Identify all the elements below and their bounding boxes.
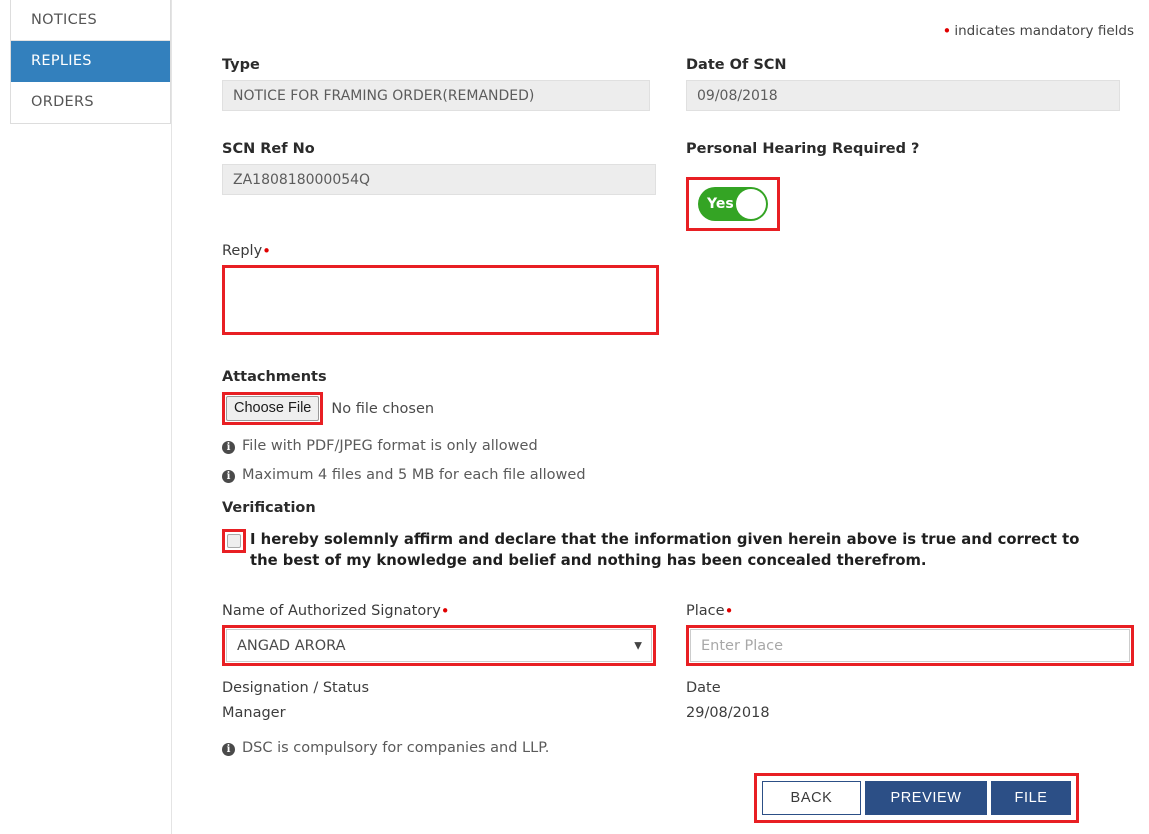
- designation-label: Designation / Status: [222, 680, 370, 696]
- attachments-group: Attachments Choose File No file chosen i…: [222, 369, 586, 483]
- choose-file-highlight: Choose File: [222, 392, 324, 425]
- sidebar-item-label: NOTICES: [31, 12, 97, 28]
- preview-button[interactable]: PREVIEW: [865, 781, 987, 815]
- signatory-select-highlight: ANGAD ARORA ▼: [222, 625, 656, 666]
- action-buttons-highlight: BACK PREVIEW FILE: [754, 773, 1079, 823]
- date-of-scn-input: 09/08/2018: [686, 80, 1120, 111]
- date-of-scn-field-group: Date Of SCN 09/08/2018: [686, 57, 1120, 111]
- scn-ref-no-field-group: SCN Ref No ZA180818000054Q: [222, 141, 656, 195]
- scn-ref-no-input: ZA180818000054Q: [222, 164, 656, 195]
- personal-hearing-toggle[interactable]: Yes: [698, 187, 768, 221]
- attachment-note-format: i File with PDF/JPEG format is only allo…: [222, 438, 586, 454]
- scn-ref-no-label: SCN Ref No: [222, 141, 315, 157]
- verification-row: I hereby solemnly affirm and declare tha…: [222, 529, 1082, 571]
- verification-group: Verification I hereby solemnly affirm an…: [222, 500, 1082, 571]
- signatory-label: Name of Authorized Signatory•: [222, 603, 656, 619]
- attachment-note-limit: i Maximum 4 files and 5 MB for each file…: [222, 467, 586, 483]
- signatory-select[interactable]: ANGAD ARORA ▼: [226, 629, 652, 662]
- date-value: 29/08/2018: [686, 705, 770, 721]
- content-area: • indicates mandatory fields Type NOTICE …: [171, 0, 1149, 834]
- info-icon: i: [222, 743, 235, 756]
- signatory-label-text: Name of Authorized Signatory: [222, 603, 441, 619]
- verification-declaration-text: I hereby solemnly affirm and declare tha…: [250, 531, 1080, 569]
- choose-file-button[interactable]: Choose File: [226, 396, 320, 421]
- action-buttons: BACK PREVIEW FILE: [762, 781, 1071, 815]
- chevron-down-icon: ▼: [634, 640, 642, 651]
- signatory-group: Name of Authorized Signatory• ANGAD AROR…: [222, 603, 656, 756]
- reply-textarea-wrapper: [222, 265, 659, 335]
- personal-hearing-label: Personal Hearing Required ?: [686, 141, 920, 157]
- info-icon: i: [222, 441, 235, 454]
- reply-mandatory-dot-icon: •: [262, 242, 272, 260]
- info-icon: i: [222, 470, 235, 483]
- attachment-note-limit-text: Maximum 4 files and 5 MB for each file a…: [242, 467, 586, 483]
- verification-checkbox[interactable]: [227, 534, 241, 548]
- verification-checkbox-highlight: [222, 529, 246, 553]
- dsc-note: i DSC is compulsory for companies and LL…: [222, 740, 656, 756]
- signatory-mandatory-dot-icon: •: [440, 602, 450, 620]
- place-group: Place• Enter Place Date 29/08/2018: [686, 603, 1134, 721]
- date-label: Date: [686, 680, 721, 696]
- personal-hearing-toggle-highlight: Yes: [686, 177, 780, 231]
- toggle-knob-icon: [736, 189, 766, 219]
- reply-label: Reply•: [222, 243, 659, 259]
- place-mandatory-dot-icon: •: [724, 602, 734, 620]
- place-label-text: Place: [686, 603, 725, 619]
- mandatory-dot-icon: •: [942, 22, 952, 40]
- personal-hearing-field-group: Personal Hearing Required ? Yes: [686, 141, 919, 235]
- reply-label-text: Reply: [222, 243, 263, 259]
- file-status-text: No file chosen: [331, 400, 435, 417]
- sidebar-item-notices[interactable]: NOTICES: [11, 0, 170, 41]
- date-of-scn-label: Date Of SCN: [686, 57, 787, 73]
- sidebar-item-label: REPLIES: [31, 53, 92, 69]
- back-button[interactable]: BACK: [762, 781, 861, 815]
- sidebar-item-replies[interactable]: REPLIES: [11, 41, 170, 82]
- place-label: Place•: [686, 603, 1134, 619]
- file-button[interactable]: FILE: [991, 781, 1071, 815]
- attachments-label: Attachments: [222, 369, 327, 385]
- mandatory-note-text: indicates mandatory fields: [954, 23, 1134, 39]
- toggle-state-label: Yes: [707, 196, 734, 212]
- sidebar-item-label: ORDERS: [31, 94, 94, 110]
- reply-form-page: NOTICES REPLIES ORDERS • indicates mandat…: [0, 0, 1149, 834]
- designation-value: Manager: [222, 705, 286, 721]
- type-input: NOTICE FOR FRAMING ORDER(REMANDED): [222, 80, 650, 111]
- type-label: Type: [222, 57, 260, 73]
- sidebar-item-orders[interactable]: ORDERS: [11, 82, 170, 123]
- reply-field-group: Reply•: [222, 243, 659, 335]
- mandatory-fields-note: • indicates mandatory fields: [943, 23, 1134, 39]
- dsc-note-text: DSC is compulsory for companies and LLP.: [242, 740, 550, 756]
- place-input[interactable]: Enter Place: [690, 629, 1130, 662]
- file-chooser-row: Choose File No file chosen: [222, 392, 586, 425]
- place-input-highlight: Enter Place: [686, 625, 1134, 666]
- type-field-group: Type NOTICE FOR FRAMING ORDER(REMANDED): [222, 57, 650, 111]
- reply-textarea[interactable]: [225, 268, 656, 332]
- sidebar-nav: NOTICES REPLIES ORDERS: [10, 0, 171, 124]
- signatory-selected-value: ANGAD ARORA: [237, 637, 346, 654]
- verification-label: Verification: [222, 500, 316, 516]
- attachment-note-format-text: File with PDF/JPEG format is only allowe…: [242, 438, 538, 454]
